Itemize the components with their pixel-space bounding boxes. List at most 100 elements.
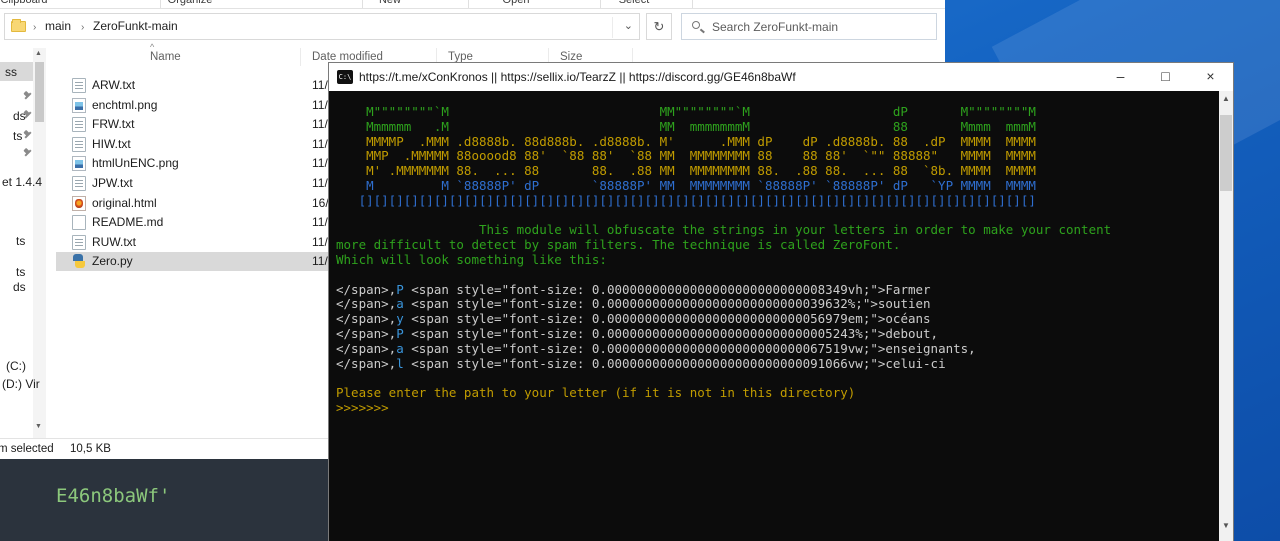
txt-file-icon <box>72 117 86 132</box>
console-line: This module will obfuscate the strings i… <box>336 223 1111 238</box>
editor-pane: E46n8baWf' <box>0 459 328 541</box>
console-line: MMP .MMMMM 88ooood8 88' `88 88' `88 MM M… <box>336 149 1111 164</box>
scroll-up-icon[interactable]: ▲ <box>35 50 42 57</box>
folder-icon <box>11 21 26 32</box>
ribbon-group-select: Select <box>619 0 650 6</box>
pin-icon <box>23 111 33 121</box>
console-window: C:\ https://t.me/xConKronos || https://s… <box>328 62 1234 541</box>
column-header-name[interactable]: Name <box>150 51 181 63</box>
console-line: more difficult to detect by spam filters… <box>336 238 1111 253</box>
sidebar-item[interactable]: ts <box>16 234 25 250</box>
txt-file-icon <box>72 78 86 93</box>
console-body[interactable]: M""""""""`M MM""""""""`M dP M""""""""M M… <box>329 91 1233 541</box>
search-icon <box>692 21 700 29</box>
scroll-down-icon[interactable]: ▼ <box>35 423 42 430</box>
address-toolbar: › main › ZeroFunkt-main ⌄ ↻ <box>0 10 945 46</box>
close-button[interactable]: × <box>1188 63 1233 91</box>
editor-text-fragment: E46n8baWf' <box>56 485 170 507</box>
console-line: [][][][][][][][][][][][][][][][][][][][]… <box>336 194 1111 209</box>
console-line: Which will look something like this: <box>336 253 1111 268</box>
scrollbar-thumb[interactable] <box>35 62 44 122</box>
sidebar-item[interactable]: ts <box>16 265 25 281</box>
py-file-icon <box>72 254 86 269</box>
pin-icon <box>23 131 33 141</box>
breadcrumb-item-current[interactable]: ZeroFunkt-main <box>93 19 178 33</box>
file-name: JPW.txt <box>92 176 133 190</box>
pin-icon <box>23 149 33 159</box>
ribbon-group-new: New <box>379 0 401 6</box>
cmd-icon: C:\ <box>337 70 353 84</box>
file-date: 11/ <box>312 156 328 170</box>
sidebar-item[interactable]: (C:) <box>6 359 26 375</box>
file-name: HIW.txt <box>92 137 131 151</box>
ribbon-group-organize: Organize <box>168 0 213 6</box>
file-name: README.md <box>92 215 163 229</box>
sidebar-item[interactable]: et 1.4.4 <box>2 175 42 191</box>
breadcrumb-chevron: › <box>81 19 84 33</box>
md-file-icon <box>72 215 86 230</box>
sidebar-item[interactable]: ds <box>13 280 26 296</box>
refresh-icon: ↻ <box>654 19 665 34</box>
file-name: RUW.txt <box>92 235 136 249</box>
console-line: </span>,y <span style="font-size: 0.0000… <box>336 312 1111 327</box>
console-scrollbar[interactable]: ▲ ▼ <box>1219 91 1233 541</box>
console-line: </span>,P <span style="font-size: 0.0000… <box>336 327 1111 342</box>
selection-size: 10,5 KB <box>70 443 111 455</box>
console-line <box>336 268 1111 283</box>
desktop: { "theme": { "green": "#2EA21D", "gold":… <box>0 0 1280 541</box>
ribbon-group-open: Open <box>503 0 530 6</box>
file-date: 11/ <box>312 254 328 268</box>
console-line: </span>,a <span style="font-size: 0.0000… <box>336 297 1111 312</box>
navigation-pane: ▲ ▼ ssdstset 1.4.4tstsds(C:)(D:) Vir <box>0 48 48 438</box>
file-date: 11/ <box>312 176 328 190</box>
scrollbar-thumb[interactable] <box>1220 115 1232 191</box>
breadcrumb-item-main[interactable]: main <box>45 19 71 33</box>
console-line <box>336 209 1111 224</box>
search-box[interactable] <box>681 13 937 40</box>
divider <box>612 17 613 38</box>
breadcrumb-chevron: › <box>33 19 36 33</box>
txt-file-icon <box>72 176 86 191</box>
file-name: enchtml.png <box>92 98 157 112</box>
refresh-button[interactable]: ↻ <box>646 13 672 40</box>
console-line: </span>,a <span style="font-size: 0.0000… <box>336 342 1111 357</box>
address-dropdown-icon[interactable]: ⌄ <box>624 19 633 32</box>
png-file-icon <box>72 156 86 171</box>
pin-icon <box>23 92 33 102</box>
selection-status: m selected <box>0 443 54 455</box>
scroll-down-icon[interactable]: ▼ <box>1222 521 1230 530</box>
txt-file-icon <box>72 235 86 250</box>
search-input[interactable] <box>712 17 927 36</box>
file-date: 11/ <box>312 235 328 249</box>
console-line: Please enter the path to your letter (if… <box>336 386 1111 401</box>
scroll-up-icon[interactable]: ▲ <box>1222 94 1230 103</box>
console-title-bar[interactable]: C:\ https://t.me/xConKronos || https://s… <box>329 63 1233 91</box>
file-date: 11/ <box>312 78 328 92</box>
sidebar-item[interactable]: ts <box>13 129 22 145</box>
console-line: M M `88888P' dP `88888P' MM MMMMMMMM `88… <box>336 179 1111 194</box>
maximize-button[interactable]: □ <box>1143 63 1188 91</box>
file-date: 11/ <box>312 98 328 112</box>
file-date: 11/ <box>312 215 328 229</box>
file-date: 11/ <box>312 117 328 131</box>
console-line <box>336 371 1111 386</box>
png-file-icon <box>72 98 86 113</box>
console-line: >>>>>>> <box>336 401 1111 416</box>
txt-file-icon <box>72 137 86 152</box>
console-title: https://t.me/xConKronos || https://selli… <box>359 70 796 84</box>
sidebar-item[interactable]: ss <box>5 65 17 81</box>
file-name: ARW.txt <box>92 78 135 92</box>
address-bar[interactable]: › main › ZeroFunkt-main ⌄ <box>4 13 640 40</box>
html-file-icon <box>72 196 86 211</box>
minimize-button[interactable]: – <box>1098 63 1143 91</box>
sidebar-item[interactable]: (D:) Vir <box>2 377 40 393</box>
ribbon-group-clipboard: Clipboard <box>0 0 47 6</box>
file-name: original.html <box>92 196 157 210</box>
console-line: </span>,l <span style="font-size: 0.0000… <box>336 357 1111 372</box>
file-name: FRW.txt <box>92 117 134 131</box>
console-output: M""""""""`M MM""""""""`M dP M""""""""M M… <box>336 105 1111 416</box>
file-date: 11/ <box>312 137 328 151</box>
console-line: </span>,P <span style="font-size: 0.0000… <box>336 283 1111 298</box>
ribbon-strip: Clipboard Organize New Open Select <box>0 0 945 9</box>
console-line: Mmmmmm .M MM mmmmmmmM 88 Mmmm mmmM <box>336 120 1111 135</box>
